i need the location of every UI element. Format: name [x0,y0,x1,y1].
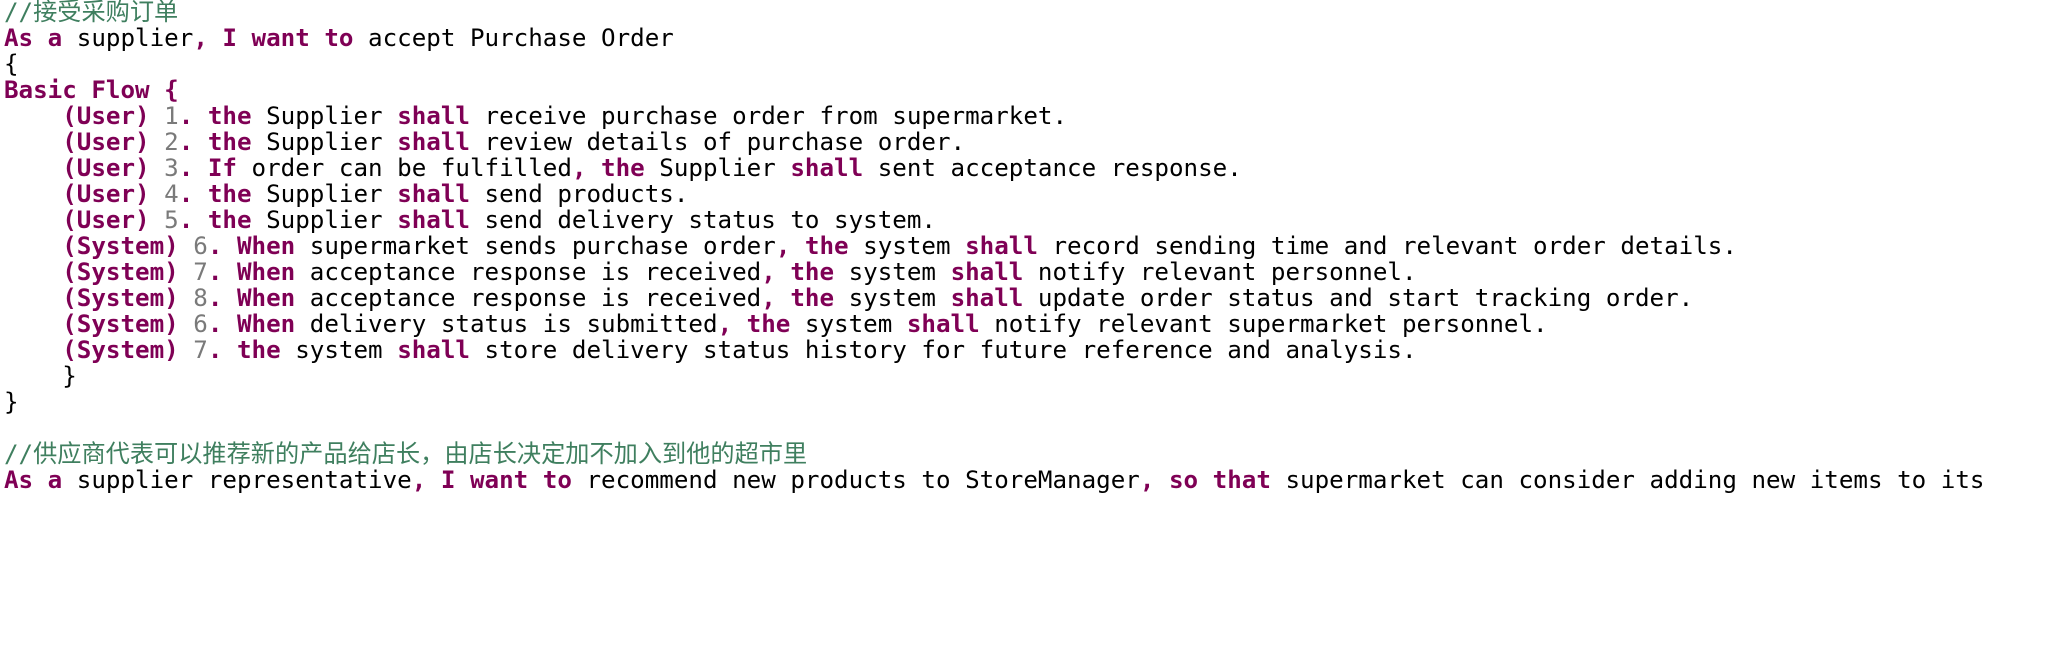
code-keyword: shall [790,154,864,182]
code-keyword: , I want to [411,466,572,494]
code-line[interactable]: As a supplier representative, I want to … [4,463,1984,497]
code-text: accept Purchase Order [353,24,674,52]
code-number: 7 [178,336,208,364]
code-text: system [280,336,398,364]
code-text: supermarket can consider adding new item… [1270,466,1985,494]
code-text: store delivery status history for future… [470,336,1417,364]
code-keyword: . the [207,336,281,364]
code-text: recommend new products to StoreManager [571,466,1140,494]
code-keyword: shall [397,336,470,364]
code-keyword: As a [4,466,63,494]
code-line[interactable]: (System) 7. the system shall store deliv… [4,333,1417,367]
code-line[interactable]: As a supplier, I want to accept Purchase… [4,21,674,55]
code-text: } [4,388,19,416]
code-editor[interactable]: //接受采购订单 As a supplier, I want to accept … [4,0,2054,657]
code-line[interactable]: } [4,385,19,419]
code-text: supplier representative [62,466,412,494]
code-keyword: , so that [1139,466,1271,494]
code-text: sent acceptance response. [863,154,1242,182]
code-keyword: , I want to [193,24,354,52]
code-text: supplier [62,24,194,52]
